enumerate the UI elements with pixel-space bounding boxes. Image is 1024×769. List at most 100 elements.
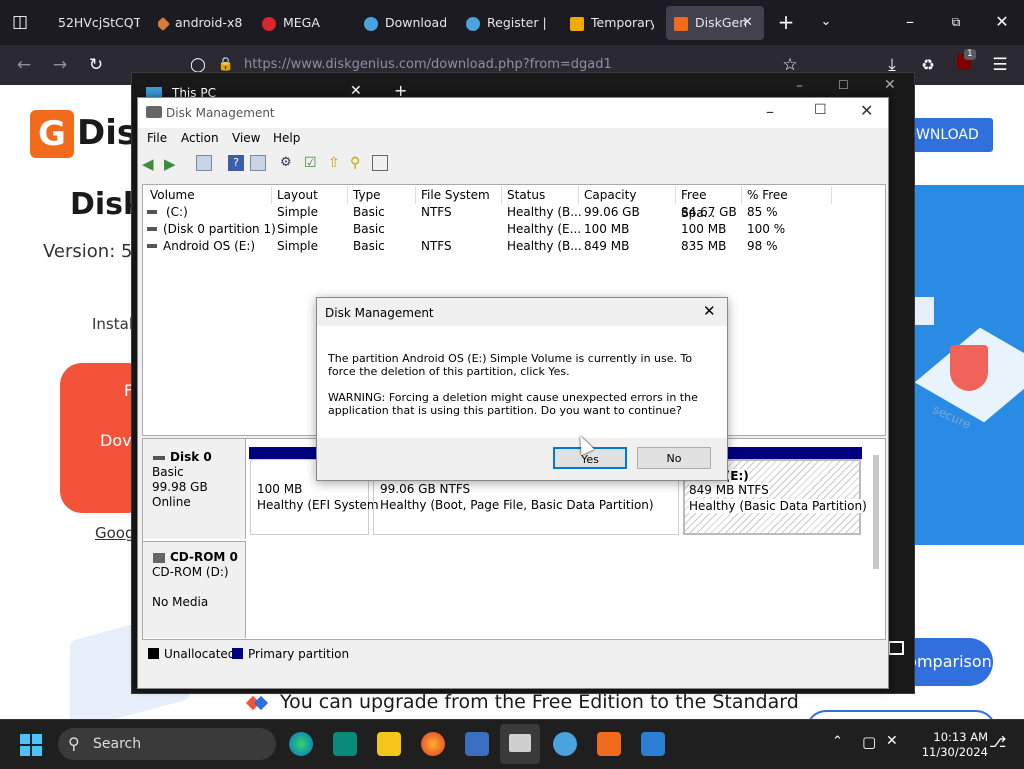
maximize-icon[interactable]: ☐ [838, 78, 849, 92]
forward-icon[interactable]: ▶ [164, 155, 180, 173]
browser-tab-1[interactable]: 52HVcjStCQTs [50, 6, 140, 40]
diskgenius-task-icon[interactable] [597, 732, 621, 756]
clock[interactable]: 10:13 AM 11/30/2024 [916, 730, 988, 760]
menu-view[interactable]: View [232, 131, 260, 145]
back-icon[interactable]: ◀ [142, 155, 158, 173]
show-hide-tree-icon[interactable] [196, 155, 212, 171]
extensions-icon[interactable]: ♻ [916, 53, 940, 77]
edge-icon[interactable] [289, 732, 313, 756]
check-icon[interactable]: ☑ [304, 155, 320, 171]
register-site-icon [466, 16, 480, 31]
tab-label: Temporary [591, 15, 654, 30]
tab-label: 52HVcjStCQTs [58, 15, 140, 30]
legend-primary: Primary partition [248, 647, 350, 661]
tab-label: MEGA [283, 15, 320, 30]
browser-tab-3[interactable]: MEGA [262, 6, 342, 40]
cell-type: Basic [353, 205, 385, 219]
column-file-system[interactable]: File System [416, 186, 502, 204]
disk-0-info[interactable]: Disk 0 Basic 99.98 GB Online [143, 439, 246, 539]
column-free-space[interactable]: Free Spa... [676, 186, 742, 220]
folder-up-icon[interactable]: ⇧ [328, 155, 344, 171]
photos-icon[interactable] [641, 732, 665, 756]
column-percent-free[interactable]: % Free [742, 186, 832, 204]
help-icon[interactable]: ? [228, 155, 244, 171]
taskbar: ⚲ Search ⌃ ▢ ✕ 10:13 AM 11/30/2024 ⎇ [0, 719, 1024, 769]
start-icon[interactable] [20, 734, 42, 756]
app-menu-icon[interactable]: ☰ [988, 53, 1012, 77]
primary-swatch [232, 648, 243, 659]
url-text[interactable]: https://www.diskgenius.com/download.php?… [244, 57, 612, 72]
menu-help[interactable]: Help [273, 131, 300, 145]
browser-tab-6[interactable]: Temporary [570, 6, 654, 40]
network-icon[interactable]: ▢ [862, 733, 876, 751]
ublock-icon[interactable]: 1 [952, 49, 976, 77]
notification-bell-icon[interactable]: ⎇ [989, 733, 1006, 751]
menu-file[interactable]: File [147, 131, 167, 145]
dialog-message: The partition Android OS (E:) Simple Vol… [328, 352, 693, 378]
browser-tab-5[interactable]: Register | A [466, 6, 550, 40]
close-icon[interactable]: ✕ [860, 101, 873, 120]
minimize-icon[interactable]: – [766, 102, 774, 121]
file-explorer-icon[interactable] [377, 732, 401, 756]
google-link[interactable]: Goog [95, 524, 135, 542]
graph-scrollbar[interactable] [873, 455, 879, 569]
tab-label: Download [385, 15, 446, 30]
minimize-icon[interactable]: – [796, 78, 803, 94]
remote-app-icon[interactable] [465, 732, 489, 756]
connect-icon[interactable]: ⚙ [280, 155, 296, 171]
dialog-title: Disk Management [325, 306, 434, 320]
tab-label: Register | A [487, 15, 550, 30]
dialog-close-icon[interactable]: ✕ [703, 302, 716, 320]
search-icon: ⚲ [68, 734, 80, 753]
search-icon[interactable]: ⚲ [350, 155, 366, 171]
transfer-app-icon[interactable] [553, 732, 577, 756]
view-icon[interactable] [888, 641, 904, 655]
legend: Unallocated Primary partition [142, 644, 884, 664]
close-browser-icon[interactable]: ✕ [990, 10, 1014, 34]
show-hidden-icons-icon[interactable]: ⌃ [832, 734, 843, 749]
gitlab-icon [158, 16, 171, 31]
partition-status: Healthy (EFI System [257, 498, 379, 512]
no-button[interactable]: No [637, 447, 711, 469]
maximize-icon[interactable]: ☐ [814, 102, 827, 118]
disk-name: CD-ROM 0 [170, 550, 238, 564]
column-status[interactable]: Status [502, 186, 579, 204]
column-layout[interactable]: Layout [272, 186, 348, 204]
outline-button[interactable] [806, 710, 996, 719]
browser-tab-active[interactable]: DiskGen ✕ [666, 6, 764, 40]
volume-muted-icon[interactable]: ✕ [886, 733, 898, 749]
restore-browser-icon[interactable]: ⧉ [944, 10, 968, 34]
volume-icon [147, 227, 157, 231]
disk-type: CD-ROM (D:) [152, 565, 229, 579]
dev-app-icon[interactable] [333, 732, 357, 756]
new-tab-icon[interactable]: + [774, 10, 798, 34]
disk-management-icon [509, 734, 531, 752]
close-tab-icon[interactable]: ✕ [742, 6, 753, 40]
disk-management-task-active[interactable] [500, 724, 540, 764]
unallocated-swatch [148, 648, 159, 659]
search-label: Search [93, 736, 142, 752]
tab-overview-icon[interactable]: ◫ [8, 10, 32, 34]
minimize-browser-icon[interactable]: – [898, 10, 922, 34]
close-icon[interactable]: ✕ [884, 77, 896, 93]
column-type[interactable]: Type [348, 186, 416, 204]
firefox-icon[interactable] [421, 732, 445, 756]
browser-tab-4[interactable]: Download [364, 6, 446, 40]
list-tabs-icon[interactable]: ⌄ [814, 10, 838, 34]
list-icon[interactable] [372, 155, 388, 171]
menu-action[interactable]: Action [181, 131, 219, 145]
mail-icon [570, 16, 584, 31]
cell-layout: Simple [277, 239, 318, 253]
cdrom-0-info[interactable]: CD-ROM 0 CD-ROM (D:) No Media [143, 541, 246, 638]
disk-status: Online [152, 495, 191, 509]
column-volume[interactable]: Volume [145, 186, 272, 204]
back-icon[interactable]: ← [12, 53, 36, 77]
browser-tab-2[interactable]: android-x8 [158, 6, 244, 40]
taskbar-search[interactable]: ⚲ Search [58, 728, 276, 760]
properties-icon[interactable] [250, 155, 266, 171]
extension-badge: 1 [964, 49, 976, 60]
forward-icon[interactable]: → [48, 53, 72, 77]
reload-icon[interactable]: ↻ [84, 53, 108, 77]
dialog-warning: WARNING: Forcing a deletion might cause … [328, 391, 698, 417]
column-capacity[interactable]: Capacity [579, 186, 676, 204]
